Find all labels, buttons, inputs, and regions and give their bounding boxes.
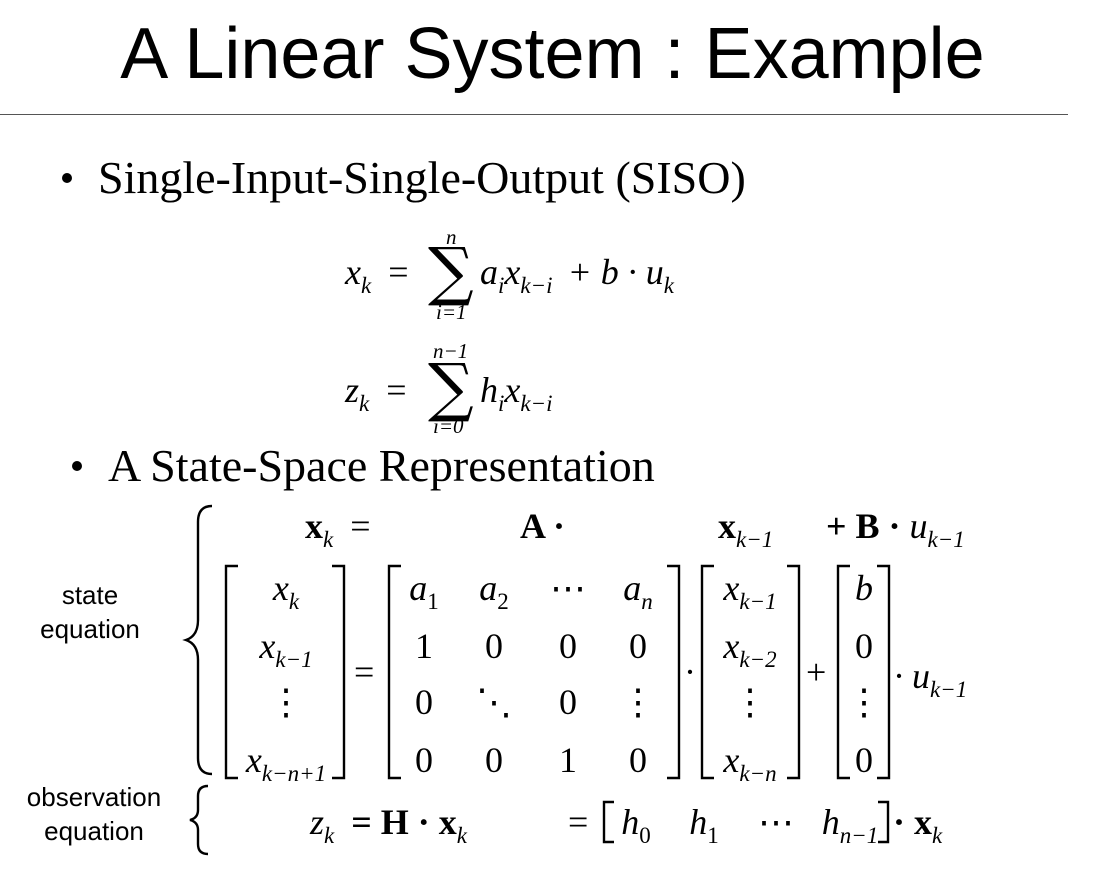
compact-xk1-group: xk−1 [718, 506, 773, 560]
B-vector-cell: 0 [855, 740, 873, 780]
obs-mid-sub: k [456, 823, 467, 848]
A-matrix-cell: ⋮ [620, 682, 656, 722]
compact-plusB: + B · [826, 506, 901, 546]
B-vector-cell: ⋮ [846, 682, 882, 722]
obs-tail: · x [893, 802, 933, 842]
matrix-plus: + [806, 652, 827, 692]
state-brace-icon [182, 504, 213, 776]
A-matrix-cell: 0 [485, 626, 503, 666]
compact-A: A · [520, 506, 566, 546]
observation-tail: · xk [893, 802, 942, 856]
A-matrix-cell: 0 [415, 682, 433, 722]
state-vector-cell: xk [272, 568, 300, 614]
state-vector-cell: xk−n+1 [245, 740, 327, 786]
state-vector-cell: xk−1 [259, 626, 313, 672]
prev-state-vector-cell: xk−n [723, 740, 777, 786]
obs-tail-sub: k [932, 823, 943, 848]
A-matrix-cell: a1 [409, 568, 439, 614]
matrix-u-tail: · uk−1 [894, 656, 967, 710]
H-row-cell: hn−1 [821, 802, 879, 848]
H-row-cell: h1 [689, 802, 719, 848]
A-matrix-cell: 0 [629, 740, 647, 780]
u-tail: · u [894, 656, 930, 696]
matrix-dot: · [684, 652, 696, 692]
obs-z-sub: k [324, 823, 335, 848]
u-tail-sub: k−1 [930, 677, 968, 702]
A-matrix-cell: 1 [415, 626, 433, 666]
obs-mid: = H · x [351, 802, 457, 842]
A-matrix-cell: 0 [559, 682, 577, 722]
A-matrix-cell: 0 [415, 740, 433, 780]
observation-brace-icon [189, 784, 209, 856]
matrix-equals: = [354, 652, 375, 692]
A-matrix-cell: 0 [485, 740, 503, 780]
observation-lhs: zk = H · xk [310, 802, 467, 856]
A-matrix-cell: 1 [559, 740, 577, 780]
prev-state-vector-cell: xk−1 [723, 568, 777, 614]
compact-xk1: x [718, 506, 736, 546]
compact-u-sub: k−1 [927, 527, 965, 552]
compact-xk-sub: k [323, 527, 334, 552]
B-vector-cell: 0 [855, 626, 873, 666]
observation-eq2: = [568, 802, 589, 842]
obs-z: z [310, 802, 325, 842]
compact-Bu-group: + B · uk−1 [826, 506, 965, 560]
compact-xk1-sub: k−1 [736, 527, 774, 552]
A-matrix-cell: a2 [479, 568, 509, 614]
prev-state-vector-cell: xk−2 [723, 626, 777, 672]
A-matrix-cell: ⋱ [476, 682, 512, 722]
compact-state-lhs: xk = [305, 506, 371, 560]
compact-u: u [909, 506, 928, 546]
A-matrix-cell: 0 [559, 626, 577, 666]
A-matrix-cell: 0 [629, 626, 647, 666]
H-row-cell: ⋯ [758, 802, 794, 842]
state-vector-cell: ⋮ [268, 682, 304, 722]
B-vector-cell: b [855, 568, 873, 608]
compact-equals: = [350, 506, 371, 546]
A-matrix-cell: an [623, 568, 653, 614]
prev-state-vector-cell: ⋮ [732, 682, 768, 722]
H-row-cell: h0 [621, 802, 651, 848]
compact-xk: x [305, 506, 323, 546]
A-matrix-cell: ⋯ [550, 568, 586, 608]
